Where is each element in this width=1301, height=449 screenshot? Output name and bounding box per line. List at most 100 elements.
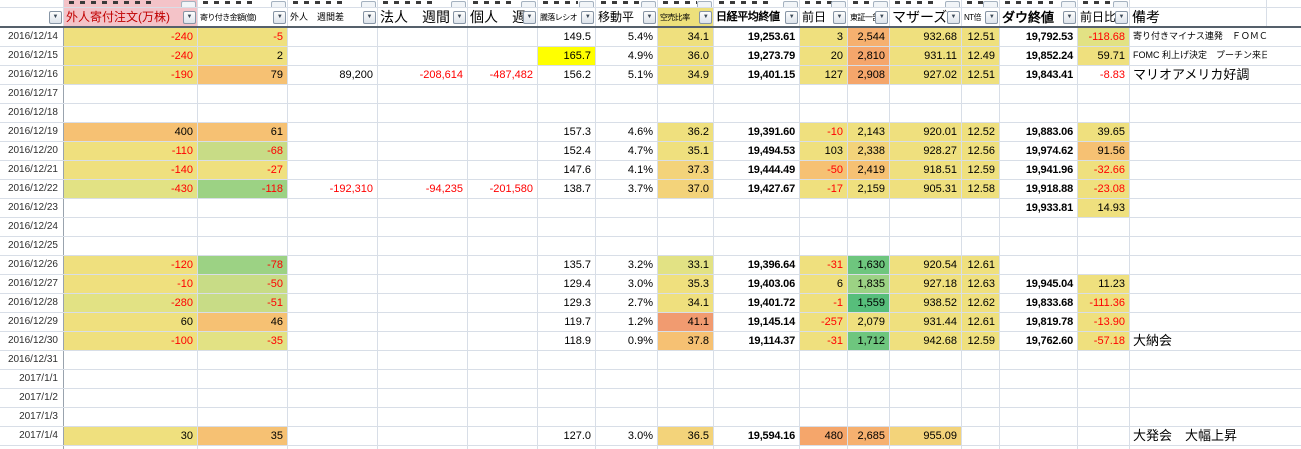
cell-dow[interactable] <box>1000 370 1078 388</box>
cell-idouhei[interactable]: 3.7% <box>596 180 658 198</box>
cell-karauri[interactable] <box>658 370 714 388</box>
cell-tosho[interactable]: 2,419 <box>848 161 890 179</box>
cell-yoritsuke[interactable] <box>198 370 288 388</box>
cell-biko[interactable]: マリオアメリカ好調 <box>1130 66 1267 84</box>
cell-yoritsuke[interactable]: 2 <box>198 47 288 65</box>
cell-biko[interactable] <box>1130 85 1267 103</box>
cell-idouhei[interactable] <box>596 218 658 236</box>
cell-nt[interactable]: 12.58 <box>962 180 1000 198</box>
cell-nikkei[interactable] <box>714 237 800 255</box>
cell-nt[interactable]: 12.59 <box>962 332 1000 350</box>
cell-zenjitsu[interactable]: -31 <box>800 332 848 350</box>
cell-yoritsuke[interactable] <box>198 408 288 426</box>
cell-touraku[interactable]: 165.7 <box>538 47 596 65</box>
cell-kojin-week[interactable] <box>468 199 538 217</box>
cell-idouhei[interactable] <box>596 389 658 407</box>
cell-zenjitsu[interactable]: 20 <box>800 47 848 65</box>
cell-mothers[interactable]: 932.68 <box>890 28 962 46</box>
cell-gaijin-week[interactable] <box>288 104 378 122</box>
cell-yoritsuke[interactable]: 79 <box>198 66 288 84</box>
cell-yoritsuke[interactable] <box>198 104 288 122</box>
cell-idouhei[interactable] <box>596 370 658 388</box>
header-kojin-week[interactable]: 個人 週▼ <box>468 8 538 26</box>
cell-dow[interactable]: 19,792.53 <box>1000 28 1078 46</box>
cell-karauri[interactable] <box>658 199 714 217</box>
cell-nt[interactable] <box>962 389 1000 407</box>
cell-tosho[interactable]: 2,159 <box>848 180 890 198</box>
cell-karauri[interactable] <box>658 218 714 236</box>
cell-tosho[interactable]: 1,630 <box>848 256 890 274</box>
cell-dow-chg[interactable] <box>1078 237 1130 255</box>
cell-gaijin[interactable]: 60 <box>64 313 198 331</box>
filter-dropdown-yoritsuke[interactable]: ▼ <box>273 11 286 24</box>
filter-dropdown-nt[interactable]: ▼ <box>985 11 998 24</box>
cell-idouhei[interactable]: 4.7% <box>596 142 658 160</box>
cell-dow[interactable] <box>1000 427 1078 445</box>
cell-date[interactable]: 2017/1/1 <box>0 370 64 388</box>
cell-hojin-week[interactable] <box>378 256 468 274</box>
cell-mothers[interactable]: 920.01 <box>890 123 962 141</box>
header-yoritsuke[interactable]: 寄り付き金額(億)▼ <box>198 8 288 26</box>
cell-nt[interactable] <box>962 199 1000 217</box>
cell-touraku[interactable]: 138.7 <box>538 180 596 198</box>
cell-idouhei[interactable] <box>596 351 658 369</box>
cell-idouhei[interactable]: 4.1% <box>596 161 658 179</box>
header-biko[interactable]: 備考 <box>1130 8 1267 26</box>
cell-dow[interactable]: 19,974.62 <box>1000 142 1078 160</box>
cell-biko[interactable] <box>1130 370 1267 388</box>
cell-dow-chg[interactable]: -8.83 <box>1078 66 1130 84</box>
cell-gaijin[interactable] <box>64 408 198 426</box>
cell-hojin-week[interactable] <box>378 275 468 293</box>
cell-gaijin-week[interactable] <box>288 85 378 103</box>
filter-dropdown-tosho[interactable]: ▼ <box>875 11 888 24</box>
cell-touraku[interactable] <box>538 85 596 103</box>
cell-gaijin-week[interactable] <box>288 351 378 369</box>
cell-hojin-week[interactable] <box>378 370 468 388</box>
cell-zenjitsu[interactable] <box>800 389 848 407</box>
cell-dow[interactable] <box>1000 237 1078 255</box>
cell-tosho[interactable]: 1,712 <box>848 332 890 350</box>
cell-yoritsuke[interactable]: 46 <box>198 313 288 331</box>
cell-gaijin[interactable]: -120 <box>64 256 198 274</box>
cell-touraku[interactable]: 147.6 <box>538 161 596 179</box>
cell-nt[interactable]: 12.63 <box>962 275 1000 293</box>
cell-mothers[interactable]: 938.52 <box>890 294 962 312</box>
cell-biko[interactable] <box>1130 275 1267 293</box>
cell-dow-chg[interactable]: -13.90 <box>1078 313 1130 331</box>
cell-gaijin[interactable]: -10 <box>64 275 198 293</box>
cell-touraku[interactable]: 129.3 <box>538 294 596 312</box>
filter-dropdown-date[interactable]: ▼ <box>49 11 62 24</box>
cell-touraku[interactable]: 156.2 <box>538 66 596 84</box>
cell-mothers[interactable] <box>890 85 962 103</box>
cell-touraku[interactable] <box>538 389 596 407</box>
cell-gaijin[interactable]: -280 <box>64 294 198 312</box>
cell-hojin-week[interactable] <box>378 47 468 65</box>
cell-gaijin-week[interactable] <box>288 256 378 274</box>
cell-kojin-week[interactable] <box>468 85 538 103</box>
cell-nikkei[interactable] <box>714 199 800 217</box>
cell-dow[interactable] <box>1000 408 1078 426</box>
filter-dropdown-karauri[interactable]: ▼ <box>699 11 712 24</box>
cell-date[interactable]: 2016/12/19 <box>0 123 64 141</box>
cell-gaijin[interactable]: -140 <box>64 161 198 179</box>
cell-gaijin[interactable]: -100 <box>64 332 198 350</box>
cell-date[interactable]: 2016/12/22 <box>0 180 64 198</box>
cell-biko[interactable]: 大発会 大幅上昇 <box>1130 427 1267 445</box>
filter-dropdown-touraku[interactable]: ▼ <box>581 11 594 24</box>
cell-kojin-week[interactable] <box>468 47 538 65</box>
cell-dow-chg[interactable]: 91.56 <box>1078 142 1130 160</box>
cell-nt[interactable]: 12.62 <box>962 294 1000 312</box>
cell-gaijin-week[interactable] <box>288 313 378 331</box>
cell-touraku[interactable]: 127.0 <box>538 427 596 445</box>
cell-yoritsuke[interactable]: 61 <box>198 123 288 141</box>
cell-hojin-week[interactable] <box>378 199 468 217</box>
cell-gaijin-week[interactable] <box>288 370 378 388</box>
cell-nikkei[interactable]: 19,494.53 <box>714 142 800 160</box>
cell-hojin-week[interactable] <box>378 218 468 236</box>
cell-gaijin[interactable] <box>64 218 198 236</box>
cell-date[interactable]: 2016/12/15 <box>0 47 64 65</box>
cell-karauri[interactable]: 33.1 <box>658 256 714 274</box>
cell-karauri[interactable]: 37.0 <box>658 180 714 198</box>
cell-kojin-week[interactable] <box>468 332 538 350</box>
cell-tosho[interactable]: 2,685 <box>848 427 890 445</box>
